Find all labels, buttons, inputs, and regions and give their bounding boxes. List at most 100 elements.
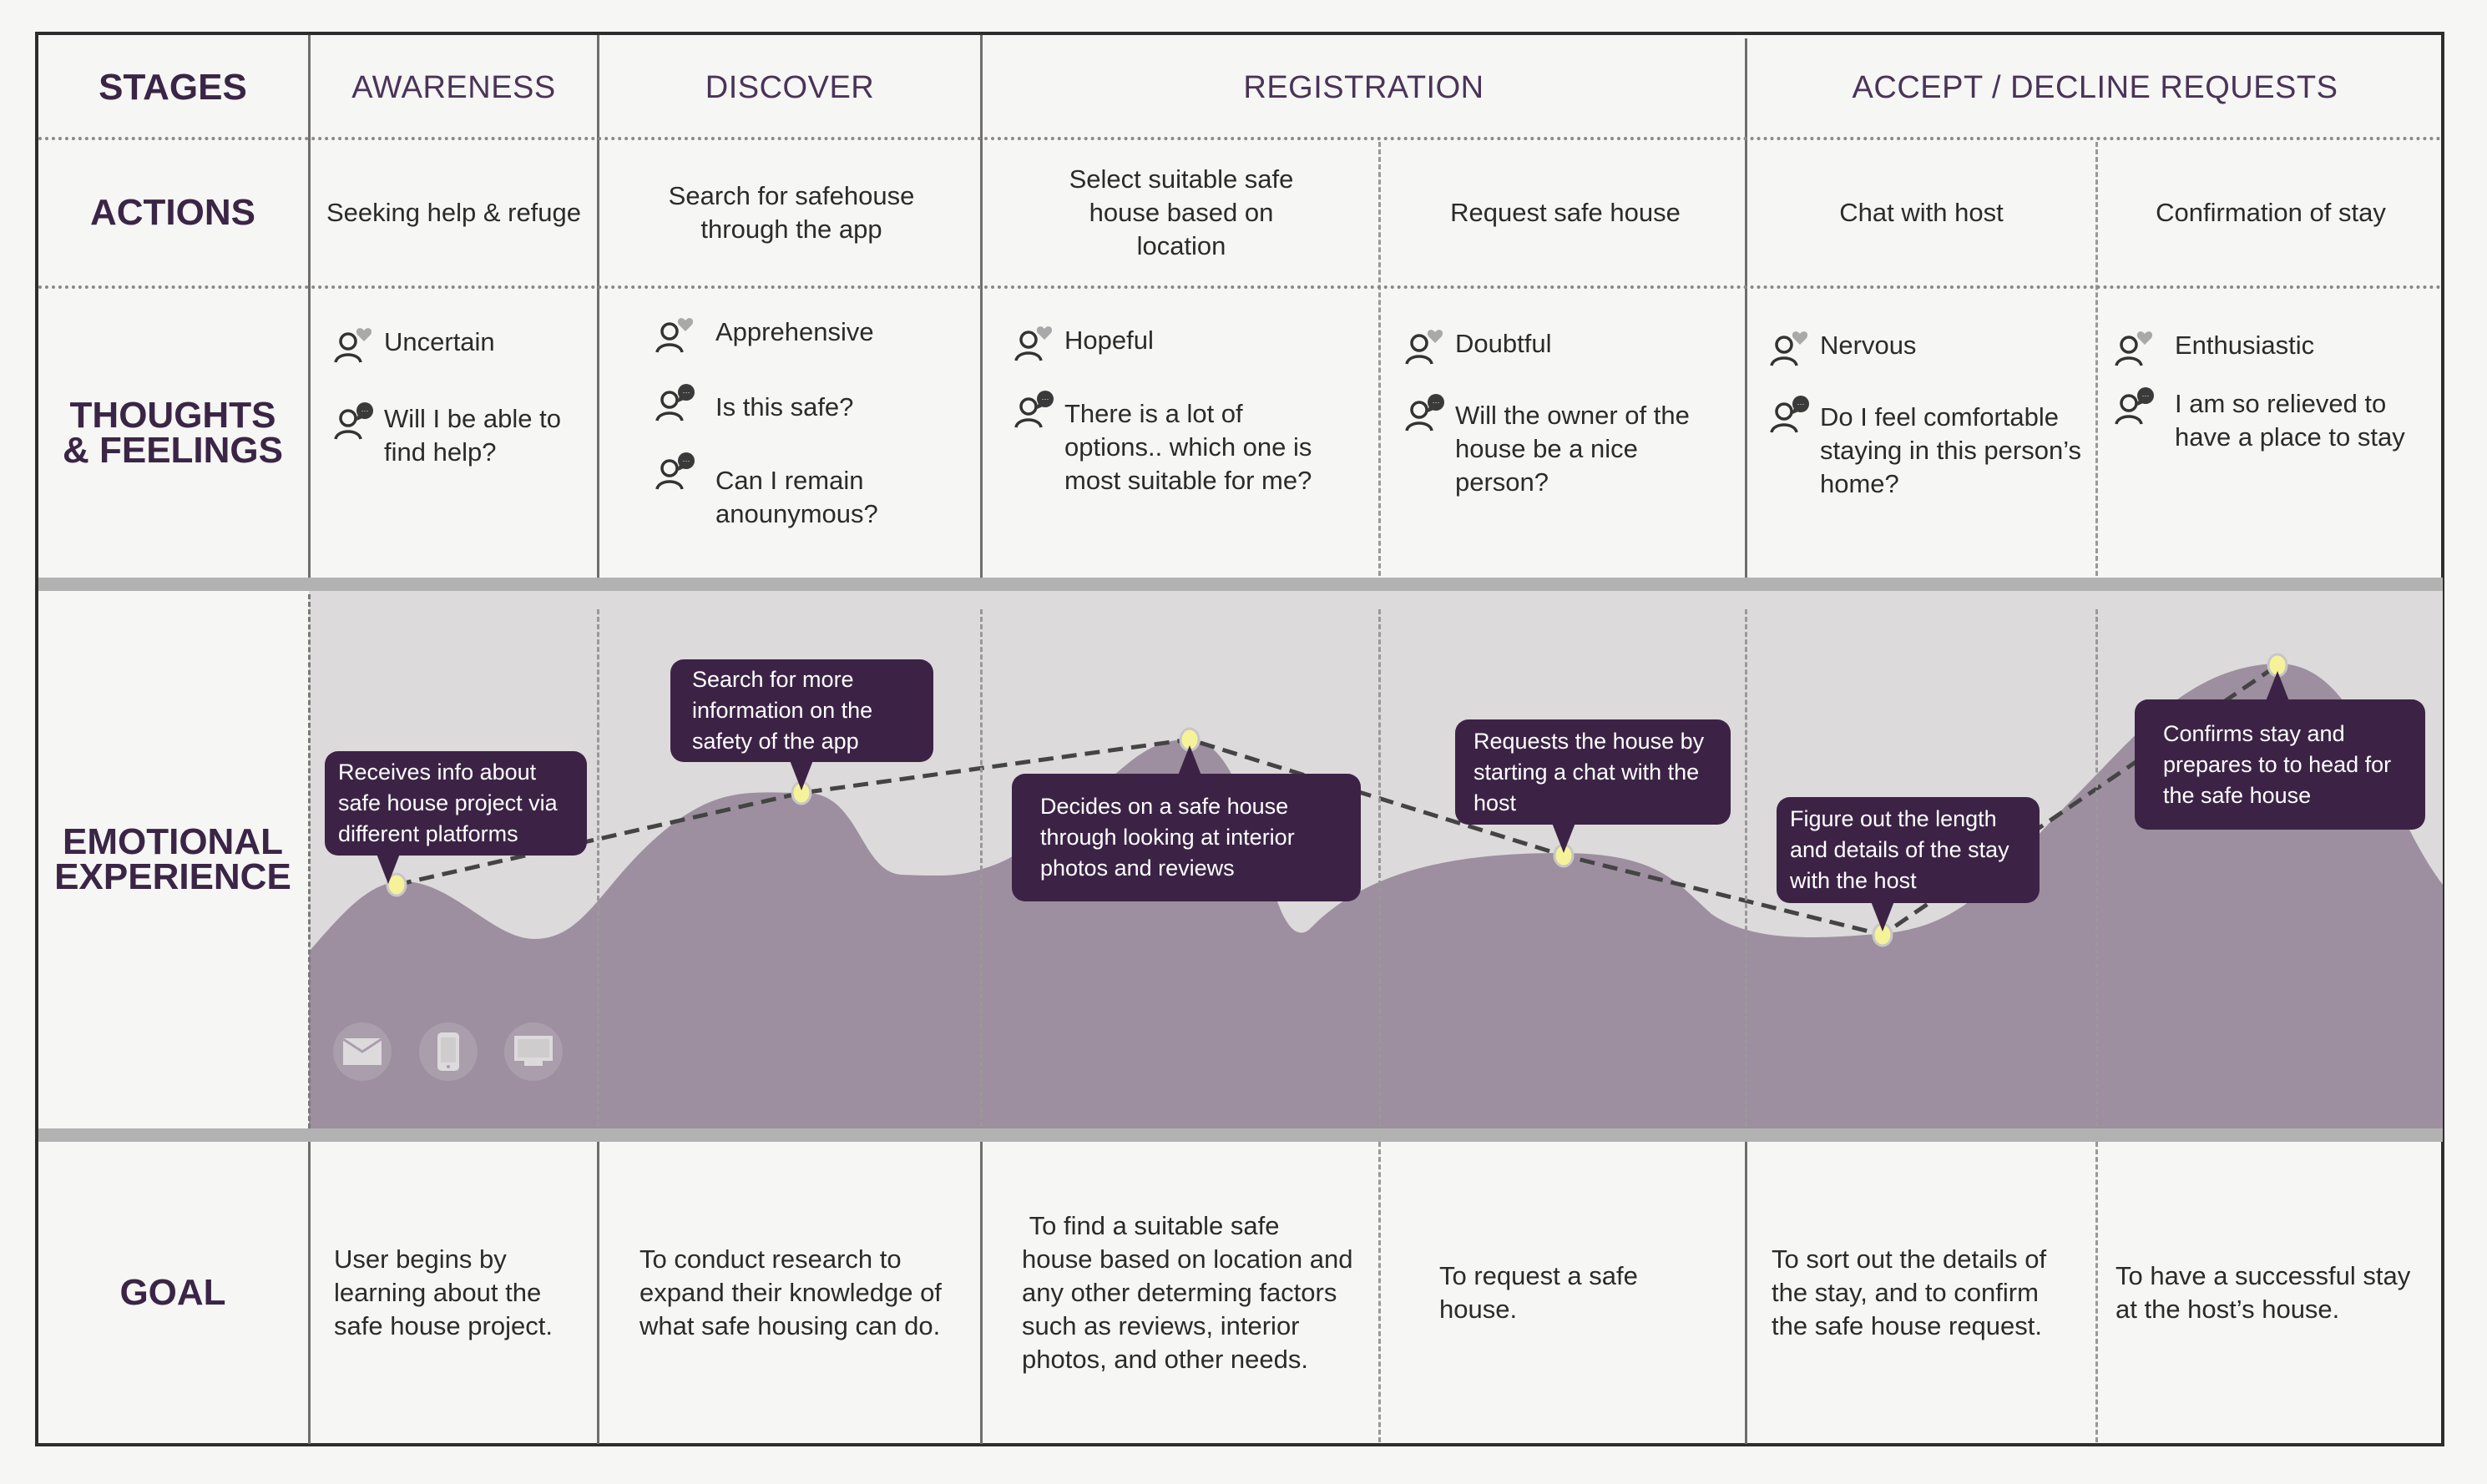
goal-cell: To have a successful stay at the host’s … xyxy=(2115,1261,2411,1324)
emotion-callout: Receives info about safe house project v… xyxy=(325,751,587,884)
action-cell: Chat with host xyxy=(1839,198,2004,227)
chart-divider xyxy=(2095,609,2098,1127)
stage-accept-decline: ACCEPT / DECLINE REQUESTS xyxy=(1852,69,2338,105)
row-header-goal: GOAL xyxy=(119,1272,226,1313)
row-header-stages: STAGES xyxy=(99,67,247,108)
callout-text: Requests the house by starting a chat wi… xyxy=(1473,728,1705,815)
feeling-item: Uncertain xyxy=(334,326,495,364)
person-speech-bubble-icon: ··· xyxy=(655,384,695,422)
goal-cell: To conduct research to expand their know… xyxy=(639,1244,942,1340)
thought-item: ··· I am so relieved to have a place to … xyxy=(2115,387,2432,454)
column-divider xyxy=(980,1142,983,1444)
section-bar xyxy=(38,1128,2443,1142)
goal-cell: User begins by learning about the safe h… xyxy=(334,1244,553,1340)
thought-item: ··· Will I be able to find help? xyxy=(334,402,584,469)
row-header-emotional: EMOTIONAL EXPERIENCE xyxy=(38,591,307,1128)
thought-item: ··· Can I remain anounymous? xyxy=(655,452,906,531)
thought-text: Do I feel comfortable staying in this pe… xyxy=(1820,402,2082,498)
channel-mail xyxy=(333,1022,392,1081)
chart-divider xyxy=(1745,609,1747,1127)
emotion-callout: Requests the house by starting a chat wi… xyxy=(1455,719,1731,853)
callout-text: Decides on a safe house through looking … xyxy=(1040,794,1295,881)
callout-pointer xyxy=(1871,901,1894,931)
feeling-item: Nervous xyxy=(1770,329,1916,367)
column-divider xyxy=(597,1142,599,1444)
feeling-text: Enthusiastic xyxy=(2175,331,2315,360)
mail-icon xyxy=(343,1038,382,1065)
person-heart-icon xyxy=(1770,329,1810,367)
action-cell: Confirmation of stay xyxy=(2156,198,2386,227)
thought-text: There is a lot of options.. which one is… xyxy=(1064,399,1312,495)
goal-cell: To request a safe house. xyxy=(1439,1261,1638,1324)
thought-text: Will I be able to find help? xyxy=(384,404,561,467)
goal-cell: To sort out the details of the stay, and… xyxy=(1772,1244,2047,1340)
row-header-emotional-line1: EMOTIONAL xyxy=(63,821,283,862)
row-header-thoughts-line2: & FEELINGS xyxy=(62,430,284,471)
sub-column-divider xyxy=(1378,1142,1381,1442)
column-divider xyxy=(308,1142,311,1444)
callout-text: Search for more information on the safet… xyxy=(692,667,873,754)
feeling-text: Nervous xyxy=(1820,331,1917,360)
row-divider xyxy=(38,285,2443,289)
sub-column-divider xyxy=(1378,142,1381,576)
person-speech-bubble-icon: ··· xyxy=(655,452,695,491)
person-speech-bubble-icon: ··· xyxy=(1405,394,1445,432)
thought-text: I am so relieved to have a place to stay xyxy=(2175,389,2405,452)
section-bar xyxy=(38,578,2443,591)
stage-registration: REGISTRATION xyxy=(1243,69,1484,105)
row-header-thoughts-line1: THOUGHTS xyxy=(69,395,276,436)
callout-pointer xyxy=(790,760,813,790)
person-speech-bubble-icon: ··· xyxy=(2115,387,2155,426)
feeling-text: Apprehensive xyxy=(715,317,874,346)
channel-phone xyxy=(419,1022,478,1081)
action-cell: Seeking help & refuge xyxy=(326,198,582,227)
feeling-text: Uncertain xyxy=(384,327,495,356)
svg-text:···: ··· xyxy=(683,388,690,396)
thought-text: Is this safe? xyxy=(715,392,854,421)
column-divider xyxy=(1745,1142,1747,1444)
svg-text:···: ··· xyxy=(361,406,369,415)
svg-text:···: ··· xyxy=(1433,398,1440,406)
person-heart-icon xyxy=(334,326,374,364)
emotion-callout: Confirms stay and prepares to to head fo… xyxy=(2135,671,2425,830)
person-speech-bubble-icon: ··· xyxy=(334,402,374,441)
channel-monitor xyxy=(504,1022,563,1081)
stage-awareness: AWARENESS xyxy=(351,69,556,105)
feeling-text: Doubtful xyxy=(1455,329,1552,358)
callout-text: Confirms stay and prepares to to head fo… xyxy=(2163,720,2392,808)
sub-column-divider xyxy=(2095,142,2098,576)
thought-item: ··· Is this safe? xyxy=(655,384,853,424)
goal-cell: To find a suitable safe house based on l… xyxy=(1022,1211,1353,1374)
row-header-thoughts: THOUGHTS & FEELINGS xyxy=(38,289,307,578)
feeling-item: Hopeful xyxy=(1014,324,1154,362)
person-heart-icon xyxy=(1014,324,1054,362)
mobile-phone-icon xyxy=(437,1032,459,1071)
feeling-item: Apprehensive xyxy=(655,315,874,354)
row-header-emotional-line2: EXPERIENCE xyxy=(54,856,291,897)
stage-discover: DISCOVER xyxy=(705,69,875,105)
callout-text: Figure out the length and details of the… xyxy=(1790,806,2009,893)
thought-text: Can I remain anounymous? xyxy=(715,466,878,528)
person-heart-icon xyxy=(1405,327,1445,366)
thought-item: ··· There is a lot of options.. which on… xyxy=(1014,391,1348,497)
svg-text:···: ··· xyxy=(683,457,690,465)
monitor-icon xyxy=(514,1036,553,1066)
thought-text: Will the owner of the house be a nice pe… xyxy=(1455,401,1690,497)
person-heart-icon xyxy=(2115,329,2155,367)
action-cell: Select suitable safe house based on loca… xyxy=(1069,164,1294,260)
sub-column-divider xyxy=(2095,1142,2098,1442)
chart-divider xyxy=(1378,609,1381,1127)
action-cell: Search for safehouse through the app xyxy=(668,181,915,244)
action-cell: Request safe house xyxy=(1450,198,1681,227)
person-heart-icon xyxy=(655,315,695,354)
person-speech-bubble-icon: ··· xyxy=(1014,391,1054,429)
row-header-actions: ACTIONS xyxy=(90,192,255,233)
emotion-callout: Decides on a safe house through looking … xyxy=(1012,745,1361,901)
thought-item: ··· Will the owner of the house be a nic… xyxy=(1405,394,1731,499)
feeling-text: Hopeful xyxy=(1064,326,1154,355)
emotion-callout: Figure out the length and details of the… xyxy=(1777,797,2040,931)
callout-text: Receives info about safe house project v… xyxy=(338,760,558,846)
svg-text:···: ··· xyxy=(1797,400,1805,408)
chart-divider xyxy=(980,609,983,1127)
chart-divider xyxy=(597,609,599,1127)
